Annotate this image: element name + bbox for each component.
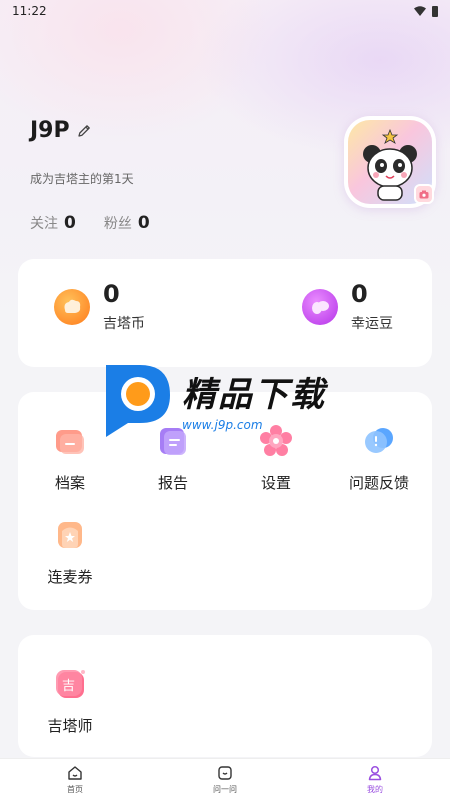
menu-item-ticket[interactable]: 连麦券 xyxy=(20,518,120,587)
coins-item[interactable]: 0 吉塔币 xyxy=(54,281,145,333)
bean-icon xyxy=(302,289,338,325)
master-icon: 吉 xyxy=(53,667,87,701)
username-row[interactable]: J9P xyxy=(30,118,92,143)
beans-item[interactable]: 0 幸运豆 xyxy=(302,281,393,333)
camera-badge-icon[interactable] xyxy=(414,184,434,204)
master-card: 吉 吉塔师 xyxy=(18,635,432,757)
folder-icon xyxy=(53,424,87,458)
tab-label-mine: 我的 xyxy=(367,784,383,794)
profile-header: J9P xyxy=(30,118,92,143)
follow-count[interactable]: 0 xyxy=(64,213,76,233)
coin-icon xyxy=(54,289,90,325)
tab-label-ask: 问一问 xyxy=(213,784,237,794)
menu-label-report: 报告 xyxy=(157,474,188,492)
watermark-text: 精品下载 www.j9p.com xyxy=(182,367,326,432)
ticket-icon xyxy=(53,518,87,552)
tab-ask[interactable]: 问一问 xyxy=(185,765,265,795)
tab-mine[interactable]: 我的 xyxy=(335,765,415,795)
tab-label-home: 首页 xyxy=(67,784,83,794)
follow-stats: 关注 0 粉丝 0 xyxy=(30,213,172,233)
coins-label: 吉塔币 xyxy=(103,316,145,332)
fans-label[interactable]: 粉丝 xyxy=(104,213,132,233)
menu-item-master[interactable]: 吉 吉塔师 xyxy=(20,667,120,736)
status-time: 11:22 xyxy=(12,4,47,18)
follow-label[interactable]: 关注 xyxy=(30,213,58,233)
join-days-text: 成为吉塔主的第1天 xyxy=(30,172,134,186)
watermark-title: 精品下载 xyxy=(182,374,326,415)
feedback-icon xyxy=(362,424,396,458)
camera-icon xyxy=(419,190,429,198)
fans-count[interactable]: 0 xyxy=(138,213,150,233)
edit-pencil-icon[interactable] xyxy=(76,123,92,139)
tab-home[interactable]: 首页 xyxy=(35,765,115,795)
username: J9P xyxy=(30,118,70,143)
bottom-tab-bar: 首页 问一问 我的 xyxy=(0,758,450,800)
menu-label-settings: 设置 xyxy=(260,474,291,492)
menu-label-ticket: 连麦券 xyxy=(47,568,93,586)
menu-label-feedback: 问题反馈 xyxy=(348,474,409,492)
home-icon xyxy=(68,765,82,780)
coins-value: 0 xyxy=(103,280,120,308)
beans-value: 0 xyxy=(351,280,368,308)
menu-label-archive: 档案 xyxy=(54,474,85,492)
person-icon xyxy=(368,765,382,780)
chat-icon xyxy=(218,765,232,780)
status-icons xyxy=(414,5,438,17)
master-icon-char: 吉 xyxy=(62,679,76,694)
watermark-overlay: 精品下载 www.j9p.com xyxy=(96,356,356,442)
menu-label-master: 吉塔师 xyxy=(47,717,93,735)
wallet-card: 0 吉塔币 0 幸运豆 xyxy=(18,259,432,367)
beans-label: 幸运豆 xyxy=(351,316,393,332)
watermark-url: www.j9p.com xyxy=(182,417,263,432)
watermark-logo-icon xyxy=(96,359,176,439)
wifi-icon xyxy=(414,6,426,16)
status-bar: 11:22 xyxy=(0,0,450,22)
battery-icon xyxy=(432,5,438,17)
